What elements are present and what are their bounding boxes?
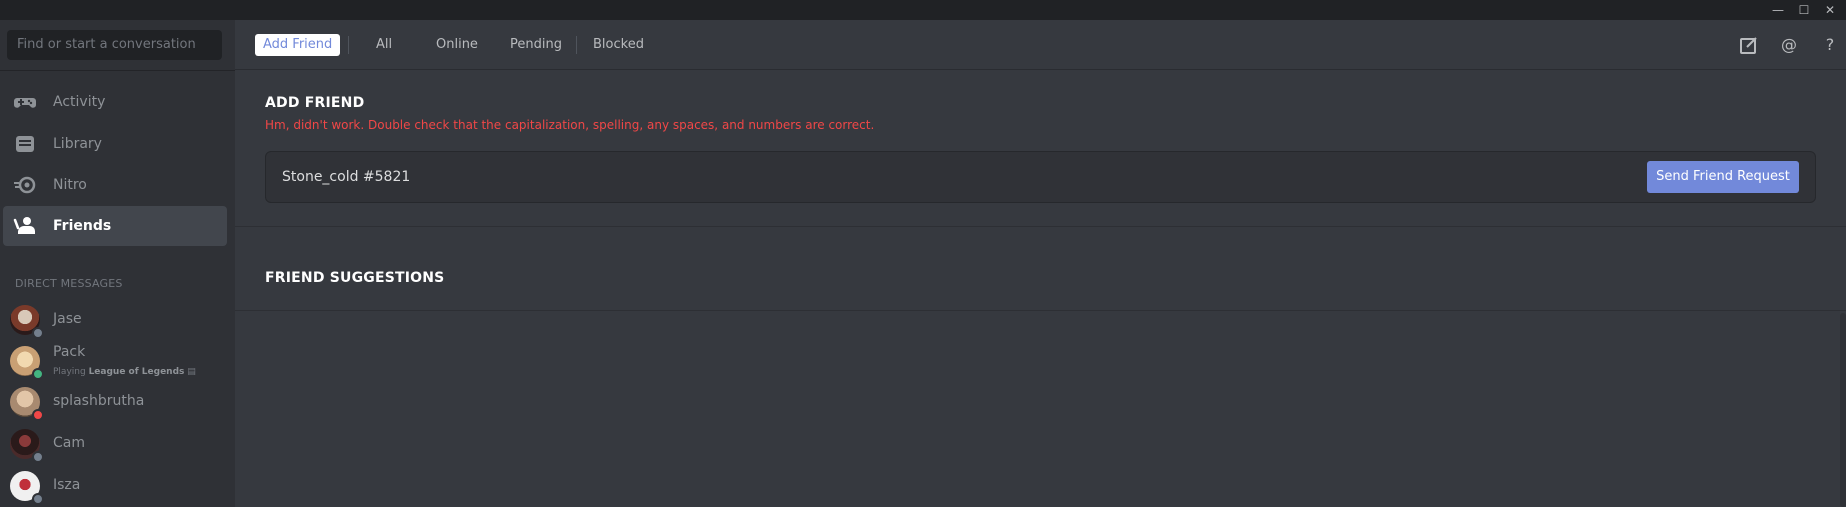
sidebar-item-label: Activity — [53, 94, 106, 110]
dm-activity: Playing League of Legends ▤ — [53, 367, 196, 377]
library-icon — [16, 136, 34, 152]
dm-name: Isza — [53, 477, 81, 493]
add-friend-error: Hm, didn't work. Double check that the c… — [265, 118, 875, 132]
maximize-button[interactable]: ☐ — [1791, 0, 1817, 20]
sidebar-item-label: Friends — [53, 218, 112, 234]
sidebar-item-friends[interactable]: Friends — [3, 206, 227, 246]
add-friend-input-value[interactable]: Stone_cold #5821 — [282, 152, 410, 202]
help-icon[interactable]: ? — [1819, 34, 1841, 56]
dm-name: Cam — [53, 435, 85, 451]
sidebar-item-activity[interactable]: Activity — [3, 82, 227, 122]
send-friend-request-button[interactable]: Send Friend Request — [1647, 161, 1799, 193]
section-divider — [235, 226, 1846, 227]
window-titlebar: — ☐ ✕ — [0, 0, 1846, 20]
dm-item-pack[interactable]: Pack Playing League of Legends ▤ — [10, 341, 230, 381]
sidebar-item-label: Library — [53, 136, 102, 152]
sidebar-item-nitro[interactable]: Nitro — [3, 165, 227, 205]
tab-pending[interactable]: Pending — [510, 34, 562, 56]
status-indicator-offline — [32, 327, 44, 339]
friends-icon — [13, 217, 35, 234]
dm-item-splashbrutha[interactable]: splashbrutha — [10, 382, 230, 422]
nitro-icon — [14, 176, 36, 194]
toolbar-divider — [576, 36, 577, 54]
friends-toolbar: Add Friend All Online Pending Blocked @ … — [235, 20, 1846, 70]
close-button[interactable]: ✕ — [1817, 0, 1843, 20]
status-indicator-offline — [32, 451, 44, 463]
add-friend-title: ADD FRIEND — [265, 95, 365, 111]
sidebar-item-library[interactable]: Library — [3, 124, 227, 164]
dm-name: splashbrutha — [53, 393, 145, 409]
conversation-search-input[interactable]: Find or start a conversation — [7, 30, 222, 60]
rich-presence-icon: ▤ — [187, 367, 196, 377]
dm-name: Pack — [53, 344, 86, 360]
gamepad-icon — [14, 98, 36, 108]
direct-messages-header: DIRECT MESSAGES — [15, 277, 123, 290]
status-indicator-online — [32, 368, 44, 380]
status-indicator-offline — [32, 493, 44, 505]
tab-add-friend[interactable]: Add Friend — [255, 34, 341, 56]
add-friend-input[interactable]: Stone_cold #5821 Send Friend Request — [265, 151, 1816, 203]
toolbar-divider — [348, 36, 349, 54]
friend-suggestions-title: FRIEND SUGGESTIONS — [265, 270, 445, 286]
status-indicator-dnd — [32, 409, 44, 421]
dm-item-isza[interactable]: Isza — [10, 466, 230, 506]
dm-item-cam[interactable]: Cam — [10, 424, 230, 464]
tab-all[interactable]: All — [376, 34, 392, 56]
tab-blocked[interactable]: Blocked — [593, 34, 644, 56]
mentions-icon[interactable]: @ — [1778, 34, 1800, 56]
sidebar-item-label: Nitro — [53, 177, 87, 193]
tab-online[interactable]: Online — [436, 34, 478, 56]
section-divider — [235, 310, 1846, 311]
sidebar-divider — [0, 70, 235, 71]
dm-name: Jase — [53, 311, 82, 327]
scrollbar[interactable] — [1840, 313, 1846, 507]
dm-item-jase[interactable]: Jase — [10, 300, 230, 340]
minimize-button[interactable]: — — [1765, 0, 1791, 20]
main-content: Add Friend All Online Pending Blocked @ … — [235, 20, 1846, 507]
sidebar: Find or start a conversation Activity Li… — [0, 20, 235, 507]
new-group-dm-icon[interactable] — [1738, 34, 1760, 56]
